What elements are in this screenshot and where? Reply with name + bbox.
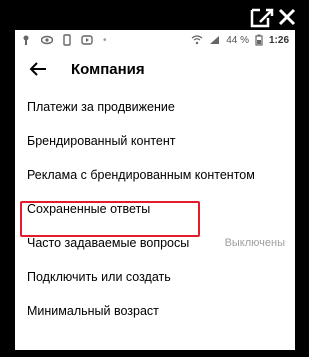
battery-icon: [255, 34, 263, 46]
status-left: •: [21, 34, 107, 46]
list-item-promotion-payments[interactable]: Платежи за продвижение: [15, 90, 295, 124]
list-item-saved-replies[interactable]: Сохраненные ответы: [15, 192, 295, 226]
list-item-connect-or-create[interactable]: Подключить или создать: [15, 260, 295, 294]
settings-list: Платежи за продвижение Брендированный ко…: [15, 90, 295, 328]
signal-icon: [210, 36, 220, 44]
status-dot: •: [103, 34, 107, 46]
device-frame: • 44 % 1:26 Компания Платежи за продвиже…: [0, 0, 309, 357]
list-item-label: Платежи за продвижение: [27, 100, 175, 114]
phone-screen: • 44 % 1:26 Компания Платежи за продвиже…: [15, 30, 295, 350]
status-bar: • 44 % 1:26: [15, 30, 295, 50]
key-icon: [23, 35, 29, 45]
phone-icon: [63, 34, 71, 46]
list-item-label: Подключить или создать: [27, 270, 171, 284]
window-controls: [250, 8, 296, 28]
list-item-faq[interactable]: Часто задаваемые вопросы Выключены: [15, 226, 295, 260]
status-time: 1:26: [268, 34, 289, 46]
list-item-label: Брендированный контент: [27, 134, 176, 148]
list-item-branded-content-ads[interactable]: Реклама с брендированным контентом: [15, 158, 295, 192]
close-icon[interactable]: [278, 8, 296, 26]
faq-status: Выключены: [224, 237, 285, 249]
list-item-label: Минимальный возраст: [27, 304, 159, 318]
status-right: 44 % 1:26: [191, 34, 289, 46]
media-icon: [81, 35, 93, 45]
battery-percent: 44 %: [226, 34, 249, 46]
app-header: Компания: [15, 56, 295, 82]
external-link-icon[interactable]: [250, 8, 274, 28]
list-item-minimum-age[interactable]: Минимальный возраст: [15, 294, 295, 328]
list-item-branded-content[interactable]: Брендированный контент: [15, 124, 295, 158]
eye-icon: [41, 35, 53, 45]
list-item-label: Сохраненные ответы: [27, 202, 151, 216]
list-item-label: Реклама с брендированным контентом: [27, 168, 255, 182]
page-title: Компания: [71, 60, 145, 78]
wifi-icon: [191, 35, 203, 45]
back-arrow-icon[interactable]: [29, 62, 47, 76]
list-item-label: Часто задаваемые вопросы: [27, 236, 190, 250]
